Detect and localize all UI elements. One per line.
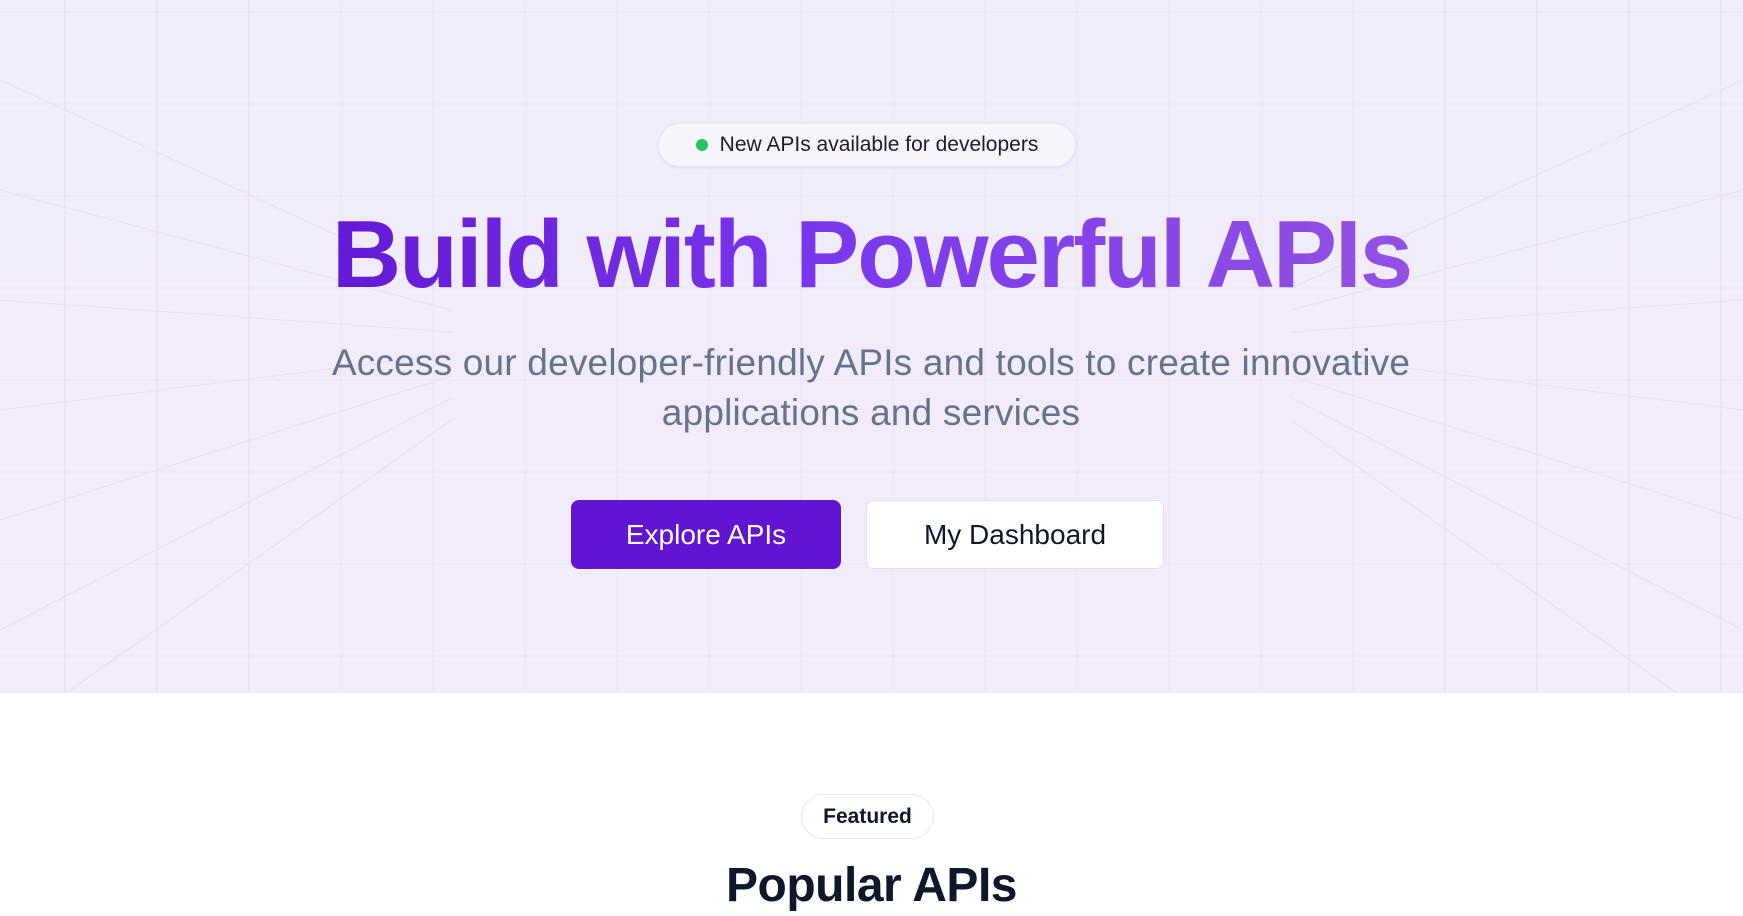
status-dot-icon [696,139,708,151]
featured-badge: Featured [801,794,934,839]
my-dashboard-button[interactable]: My Dashboard [866,500,1164,569]
hero-section: New APIs available for developers Build … [0,0,1743,693]
hero-headline: Build with Powerful APIs [0,196,1743,314]
hero-content: New APIs available for developers Build … [0,0,1743,693]
hero-headline-text: Build with Powerful APIs [332,201,1411,308]
announcement-badge[interactable]: New APIs available for developers [658,123,1076,167]
announcement-text: New APIs available for developers [720,133,1039,157]
hero-subtitle: Access our developer-friendly APIs and t… [271,338,1471,438]
popular-apis-title: Popular APIs [0,856,1743,916]
explore-apis-button[interactable]: Explore APIs [571,500,841,569]
